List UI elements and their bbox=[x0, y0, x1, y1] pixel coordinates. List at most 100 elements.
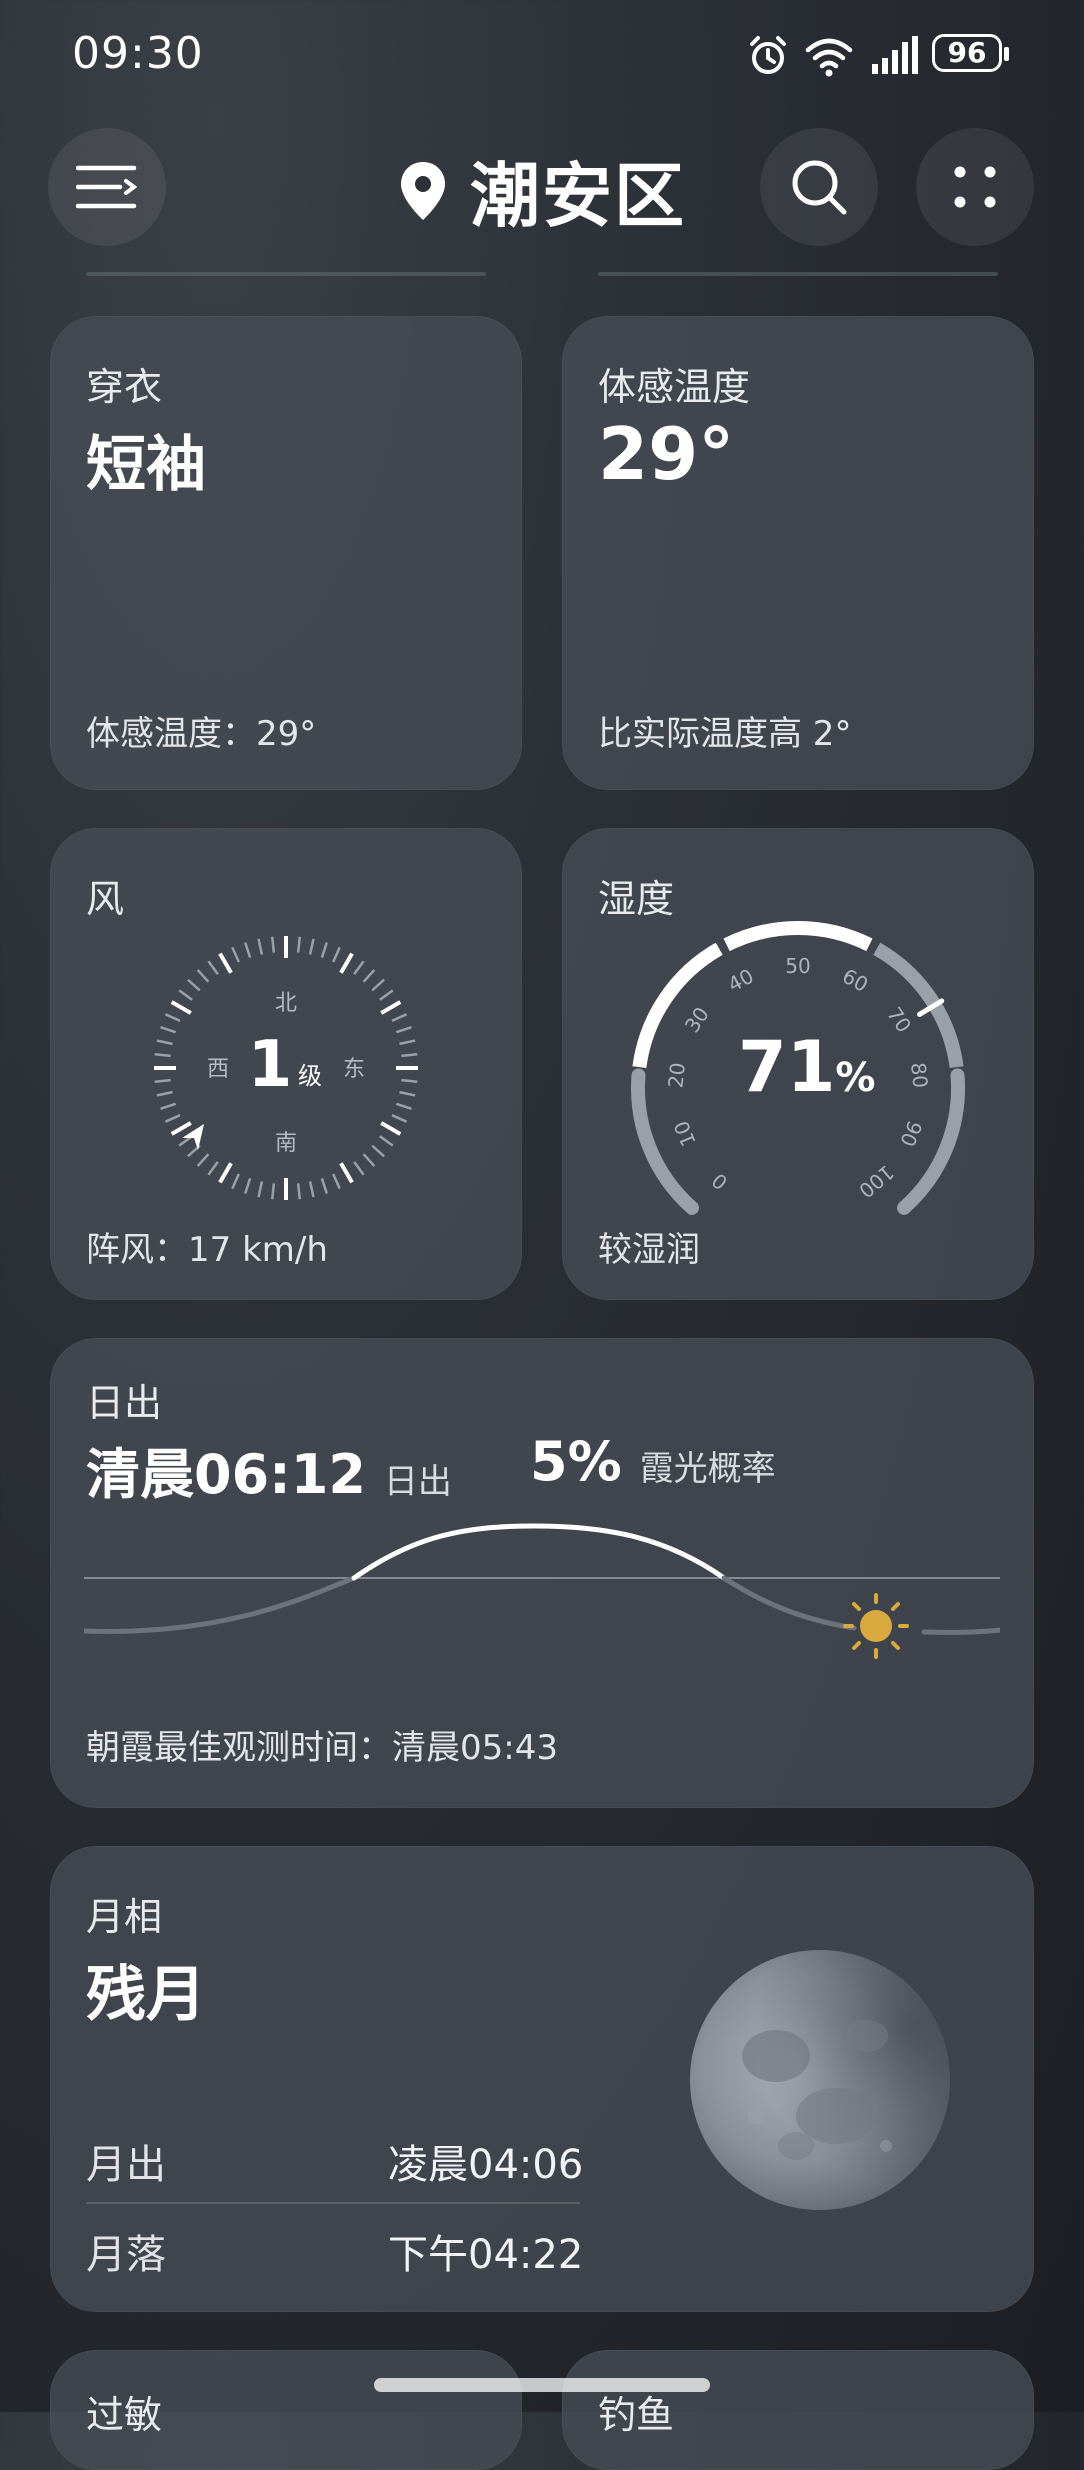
compass-tick bbox=[154, 1078, 171, 1084]
compass-tick bbox=[401, 1078, 418, 1084]
compass-tick bbox=[401, 1052, 418, 1058]
humidity-tick-label: 30 bbox=[680, 1003, 714, 1038]
compass-tick bbox=[196, 969, 210, 983]
moon-divider bbox=[86, 2202, 580, 2204]
humidity-arc-segment bbox=[723, 921, 873, 952]
humidity-tick-label: 40 bbox=[724, 964, 758, 997]
moonrise-time: 凌晨04:06 bbox=[388, 2142, 584, 2188]
feels-like-card[interactable]: 体感温度 29° 比实际温度高 2° bbox=[562, 316, 1034, 790]
compass-tick bbox=[244, 1177, 252, 1194]
compass-north: 北 bbox=[275, 991, 297, 1016]
compass-tick bbox=[332, 1173, 341, 1190]
location-title[interactable]: 潮安区 bbox=[398, 140, 686, 241]
compass-south: 南 bbox=[275, 1131, 297, 1156]
compass-tick bbox=[379, 989, 394, 1001]
wind-title: 风 bbox=[86, 877, 125, 921]
humidity-tick-label: 100 bbox=[854, 1160, 899, 1203]
sunrise-time-row: 清晨06:12 日出 bbox=[86, 1430, 452, 1509]
home-indicator[interactable] bbox=[374, 2378, 710, 2392]
compass-tick bbox=[207, 960, 219, 975]
humidity-tick-label: 60 bbox=[838, 964, 872, 997]
search-button[interactable] bbox=[760, 128, 878, 246]
compass-tick bbox=[164, 1013, 181, 1022]
feels-like-footer: 比实际温度高 2° bbox=[598, 714, 852, 754]
glow-row: 5% 霞光概率 bbox=[530, 1430, 776, 1493]
moon-image bbox=[690, 1950, 950, 2210]
humidity-arc-segment bbox=[873, 942, 964, 1069]
compass-tick bbox=[164, 1114, 181, 1123]
compass-tick bbox=[170, 1000, 192, 1015]
compass-tick bbox=[207, 1161, 219, 1176]
wifi-icon bbox=[805, 38, 853, 77]
compass-tick bbox=[231, 1173, 240, 1190]
compass-tick bbox=[218, 1162, 233, 1184]
status-bar: 09:30 96 bbox=[0, 0, 1084, 110]
compass-tick bbox=[170, 1121, 192, 1136]
alarm-icon bbox=[750, 36, 786, 74]
scrolled-card-edge bbox=[598, 272, 998, 276]
humidity-card[interactable]: 湿度 0 10 20 30 40 50 60 70 80 90 100 71% 较湿润 bbox=[562, 828, 1034, 1300]
compass-tick bbox=[339, 952, 354, 974]
humidity-tick-label: 10 bbox=[669, 1117, 701, 1150]
battery-icon: 96 bbox=[932, 34, 1009, 72]
compass-tick bbox=[296, 1183, 302, 1200]
humidity-arc-segment bbox=[632, 942, 723, 1069]
humidity-tick-label: 0 bbox=[707, 1168, 732, 1195]
moon-phase: 残月 bbox=[86, 1960, 206, 2030]
menu-button[interactable] bbox=[48, 128, 166, 246]
compass-tick bbox=[353, 960, 365, 975]
fishing-card[interactable]: 钓鱼 bbox=[562, 2350, 1034, 2470]
compass-west: 西 bbox=[207, 1057, 229, 1082]
compass-tick bbox=[371, 978, 385, 992]
humidity-tick-label: 80 bbox=[906, 1061, 933, 1089]
sun-path-chart bbox=[84, 1523, 1000, 1659]
allergy-card[interactable]: 过敏 bbox=[50, 2350, 522, 2470]
compass-tick bbox=[399, 1039, 416, 1046]
wind-level: 1 bbox=[248, 1028, 293, 1102]
feels-like-value: 29° bbox=[598, 412, 735, 496]
scrolled-card-edge bbox=[86, 272, 486, 276]
compass-tick bbox=[391, 1114, 408, 1123]
clothing-title: 穿衣 bbox=[86, 365, 163, 409]
compass-tick bbox=[308, 1181, 315, 1198]
compass-tick bbox=[231, 946, 240, 963]
humidity-title: 湿度 bbox=[598, 877, 675, 921]
sunrise-card[interactable]: 日出 清晨06:12 日出 5% 霞光概率 朝霞最佳观测时间：清晨05:43 bbox=[50, 1338, 1034, 1808]
compass-tick bbox=[257, 1181, 264, 1198]
compass-tick bbox=[371, 1144, 385, 1158]
compass-tick bbox=[160, 1026, 177, 1034]
compass-tick bbox=[156, 1090, 173, 1097]
location-pin-icon bbox=[401, 161, 445, 220]
compass-tick bbox=[391, 1013, 408, 1022]
wind-gust: 阵风：17 km/h bbox=[86, 1230, 328, 1270]
compass-tick bbox=[320, 1177, 328, 1194]
humidity-unit: % bbox=[835, 1055, 876, 1101]
compass-tick bbox=[395, 1102, 412, 1110]
moon-card[interactable]: 月相 残月 月出 凌晨04:06 月落 下午04:22 bbox=[50, 1846, 1034, 2312]
compass-tick bbox=[296, 936, 302, 953]
compass-tick bbox=[178, 989, 193, 1001]
wind-compass: 北 南 东 西 1 级 bbox=[154, 936, 418, 1200]
menu-icon bbox=[76, 165, 138, 209]
compass-tick bbox=[353, 1161, 365, 1176]
compass-tick bbox=[332, 946, 341, 963]
humidity-tick-label: 90 bbox=[895, 1117, 927, 1150]
moonset-label: 月落 bbox=[86, 2232, 166, 2278]
wind-card[interactable]: 风 北 南 东 西 1 级 阵风：17 km/h bbox=[50, 828, 522, 1300]
status-time: 09:30 bbox=[72, 28, 204, 79]
sunrise-title: 日出 bbox=[86, 1381, 163, 1425]
compass-tick bbox=[362, 1153, 376, 1167]
more-button[interactable] bbox=[916, 128, 1034, 246]
glow-label: 霞光概率 bbox=[639, 1449, 776, 1489]
compass-tick bbox=[399, 1090, 416, 1097]
compass-tick bbox=[218, 952, 233, 974]
clothing-card[interactable]: 穿衣 短袖 体感温度：29° bbox=[50, 316, 522, 790]
humidity-tick-label: 50 bbox=[785, 954, 810, 978]
compass-tick bbox=[270, 936, 276, 953]
compass-tick bbox=[395, 1026, 412, 1034]
humidity-value: 71 bbox=[738, 1026, 836, 1108]
search-icon bbox=[792, 160, 847, 215]
sunrise-footer: 朝霞最佳观测时间：清晨05:43 bbox=[86, 1728, 558, 1768]
compass-tick bbox=[339, 1162, 354, 1184]
compass-tick bbox=[196, 1153, 210, 1167]
